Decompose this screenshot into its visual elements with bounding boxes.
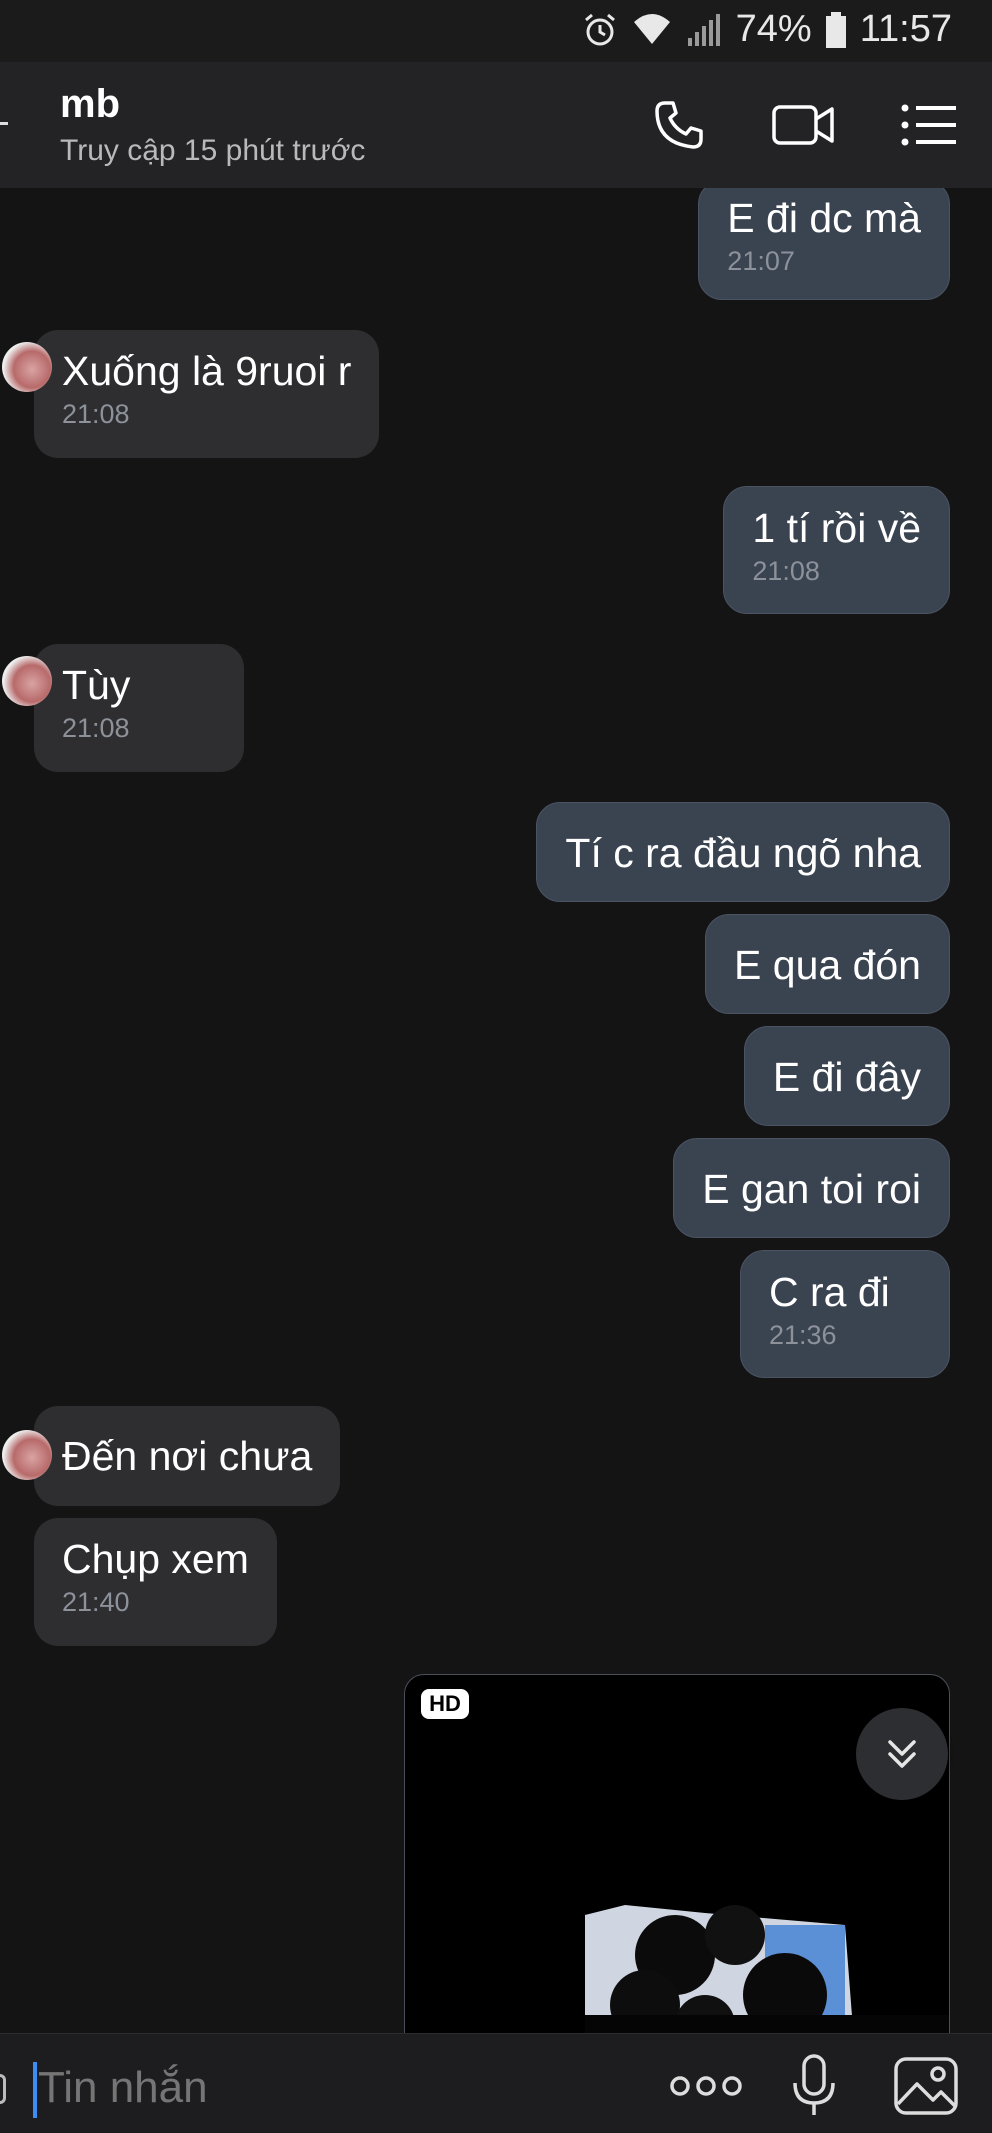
video-call-button[interactable] [768, 90, 838, 160]
contact-name[interactable]: mb [60, 82, 120, 127]
message-bubble-outgoing[interactable]: E đi dc mà 21:07 [698, 188, 950, 300]
last-seen-status: Truy cập 15 phút trước [60, 134, 366, 167]
emoji-icon[interactable] [0, 2074, 6, 2104]
chat-menu-button[interactable] [894, 90, 964, 160]
avatar[interactable] [2, 656, 52, 706]
message-list[interactable]: E đi dc mà 21:07 Xuống là 9ruoi r 21:08 … [0, 188, 992, 2033]
message-bubble-outgoing[interactable]: Tí c ra đầu ngõ nha [536, 802, 950, 902]
message-bubble-incoming[interactable]: Xuống là 9ruoi r 21:08 [2, 330, 380, 458]
signal-icon [687, 13, 720, 46]
microphone-icon [793, 2054, 835, 2115]
photo-thumbnail [585, 1855, 949, 2033]
text-cursor [33, 2062, 37, 2118]
message-text: 1 tí rồi về [752, 505, 921, 551]
status-icons: 74% 11:57 [580, 8, 952, 51]
image-icon [894, 2057, 958, 2115]
message-text: C ra đi [769, 1269, 890, 1315]
message-text: E đi đây [772, 1054, 921, 1100]
message-bubble-outgoing[interactable]: E qua đón [705, 914, 950, 1014]
message-time: 21:36 [769, 1320, 837, 1350]
chat-header: mb Truy cập 15 phút trước [0, 62, 992, 188]
message-bubble-outgoing[interactable]: C ra đi 21:36 [740, 1250, 950, 1378]
alarm-icon [584, 13, 615, 45]
message-text: Chụp xem [62, 1536, 249, 1582]
clock-time: 11:57 [859, 8, 952, 50]
message-bubble-incoming[interactable]: Tùy 21:08 [2, 644, 244, 772]
gallery-button[interactable] [888, 2050, 964, 2122]
wifi-icon [633, 13, 670, 44]
message-text: Đến nơi chưa [62, 1433, 313, 1479]
message-composer [0, 2033, 992, 2133]
voice-record-button[interactable] [776, 2050, 852, 2122]
message-time: 21:08 [62, 713, 130, 743]
message-text: E đi dc mà [727, 195, 921, 241]
back-arrow-icon[interactable] [0, 122, 8, 125]
message-input[interactable] [38, 2056, 618, 2120]
battery-percent: 74% [735, 8, 812, 50]
message-text: E qua đón [734, 942, 921, 988]
message-text: E gan toi roi [702, 1166, 921, 1212]
voice-call-button[interactable] [644, 90, 714, 160]
battery-icon [825, 11, 846, 48]
message-text: Tí c ra đầu ngõ nha [565, 830, 921, 876]
more-dots-icon [670, 2076, 742, 2096]
message-bubble-outgoing[interactable]: 1 tí rồi về 21:08 [723, 486, 950, 614]
message-text: Tùy [62, 662, 131, 708]
phone-icon [655, 101, 703, 149]
message-bubble-outgoing[interactable]: E đi đây [743, 1026, 950, 1126]
avatar[interactable] [2, 342, 52, 392]
avatar[interactable] [2, 1430, 52, 1480]
status-bar: 74% 11:57 [0, 0, 992, 62]
message-time: 21:08 [62, 399, 130, 429]
message-time: 21:07 [727, 246, 795, 276]
message-time: 21:40 [62, 1587, 130, 1617]
hd-badge: HD [421, 1689, 469, 1719]
video-icon [772, 105, 834, 145]
message-bubble-incoming[interactable]: Chụp xem 21:40 [34, 1518, 277, 1646]
message-bubble-incoming[interactable]: Đến nơi chưa [2, 1406, 341, 1506]
more-options-button[interactable] [668, 2050, 744, 2122]
menu-list-icon [901, 104, 956, 146]
scroll-to-bottom-button[interactable] [856, 1708, 948, 1800]
message-bubble-outgoing[interactable]: E gan toi roi [673, 1138, 950, 1238]
message-time: 21:08 [752, 556, 820, 586]
chevron-double-down-icon [888, 1740, 916, 1768]
message-text: Xuống là 9ruoi r [62, 348, 352, 394]
